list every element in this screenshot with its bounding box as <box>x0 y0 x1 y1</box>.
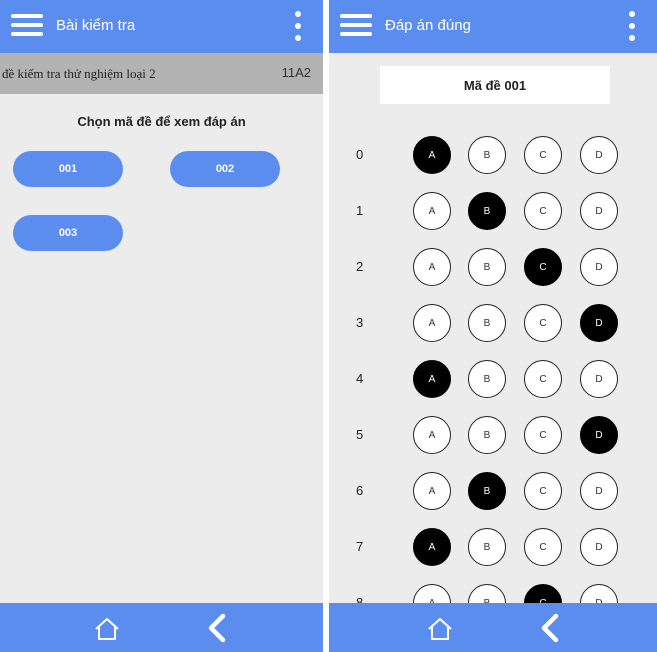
answer-bubble-d[interactable]: D <box>580 416 618 454</box>
answer-bubble-d[interactable]: D <box>580 360 618 398</box>
chevron-left-icon[interactable] <box>205 613 229 643</box>
answer-bubble-d[interactable]: D <box>580 528 618 566</box>
bottom-nav-bar <box>329 603 657 652</box>
question-number: 7 <box>356 539 364 554</box>
home-icon[interactable] <box>426 615 454 643</box>
home-icon[interactable] <box>93 615 121 643</box>
answer-bubble-c[interactable]: C <box>524 360 562 398</box>
code-button-001[interactable]: 001 <box>13 151 123 187</box>
test-info-row: đề kiếm tra thử nghiệm loại 2 11A2 <box>0 53 323 94</box>
question-number: 1 <box>356 203 364 218</box>
question-number: 2 <box>356 259 364 274</box>
select-code-prompt: Chọn mã đề để xem đáp án <box>77 114 246 129</box>
answer-bubble-c[interactable]: C <box>524 528 562 566</box>
answer-bubble-d[interactable]: D <box>580 248 618 286</box>
hamburger-menu-icon[interactable] <box>11 14 43 36</box>
answer-bubble-b[interactable]: B <box>468 248 506 286</box>
answer-bubble-b[interactable]: B <box>468 192 506 230</box>
answer-bubble-b[interactable]: B <box>468 304 506 342</box>
code-button-003[interactable]: 003 <box>13 215 123 251</box>
answer-bubble-a[interactable]: A <box>413 192 451 230</box>
question-number: 3 <box>356 315 364 330</box>
app-bar-title: Bài kiểm tra <box>56 17 136 34</box>
answer-bubble-a[interactable]: A <box>413 248 451 286</box>
answer-bubble-d[interactable]: D <box>580 136 618 174</box>
app-bar-title: Đáp án đúng <box>385 17 471 34</box>
answer-bubble-c[interactable]: C <box>524 304 562 342</box>
answer-bubble-d[interactable]: D <box>580 472 618 510</box>
answer-bubble-b[interactable]: B <box>468 472 506 510</box>
more-vertical-icon[interactable] <box>295 11 301 41</box>
answer-key-screen: Đáp án đúng Mã đề 001 0ABCD1ABCD2ABCD3AB… <box>329 0 657 652</box>
more-vertical-icon[interactable] <box>629 11 635 41</box>
answer-bubble-a[interactable]: A <box>413 360 451 398</box>
answer-bubble-c[interactable]: C <box>524 192 562 230</box>
question-number: 4 <box>356 371 364 386</box>
answer-bubble-b[interactable]: B <box>468 528 506 566</box>
code-button-002[interactable]: 002 <box>170 151 280 187</box>
answer-bubble-a[interactable]: A <box>413 528 451 566</box>
answer-bubble-c[interactable]: C <box>524 248 562 286</box>
test-name: đề kiếm tra thử nghiệm loại 2 <box>2 66 156 81</box>
test-list-screen: Bài kiểm tra đề kiếm tra thử nghiệm loại… <box>0 0 323 652</box>
question-number: 0 <box>356 147 364 162</box>
answer-bubble-c[interactable]: C <box>524 416 562 454</box>
answer-bubble-b[interactable]: B <box>468 136 506 174</box>
answer-bubble-b[interactable]: B <box>468 360 506 398</box>
chevron-left-icon[interactable] <box>538 613 562 643</box>
question-number: 6 <box>356 483 364 498</box>
answer-bubble-c[interactable]: C <box>524 136 562 174</box>
answer-bubble-d[interactable]: D <box>580 192 618 230</box>
app-bar: Bài kiểm tra <box>0 0 323 53</box>
answer-bubble-b[interactable]: B <box>468 416 506 454</box>
question-number: 5 <box>356 427 364 442</box>
answer-bubble-a[interactable]: A <box>413 304 451 342</box>
answer-bubble-c[interactable]: C <box>524 472 562 510</box>
class-name: 11A2 <box>281 65 311 80</box>
app-bar: Đáp án đúng <box>329 0 657 53</box>
exam-code-label: Mã đề 001 <box>380 66 610 104</box>
answer-bubble-d[interactable]: D <box>580 304 618 342</box>
hamburger-menu-icon[interactable] <box>340 14 372 36</box>
bottom-nav-bar <box>0 603 323 652</box>
answer-bubble-a[interactable]: A <box>413 472 451 510</box>
answer-bubble-a[interactable]: A <box>413 416 451 454</box>
answer-bubble-a[interactable]: A <box>413 136 451 174</box>
